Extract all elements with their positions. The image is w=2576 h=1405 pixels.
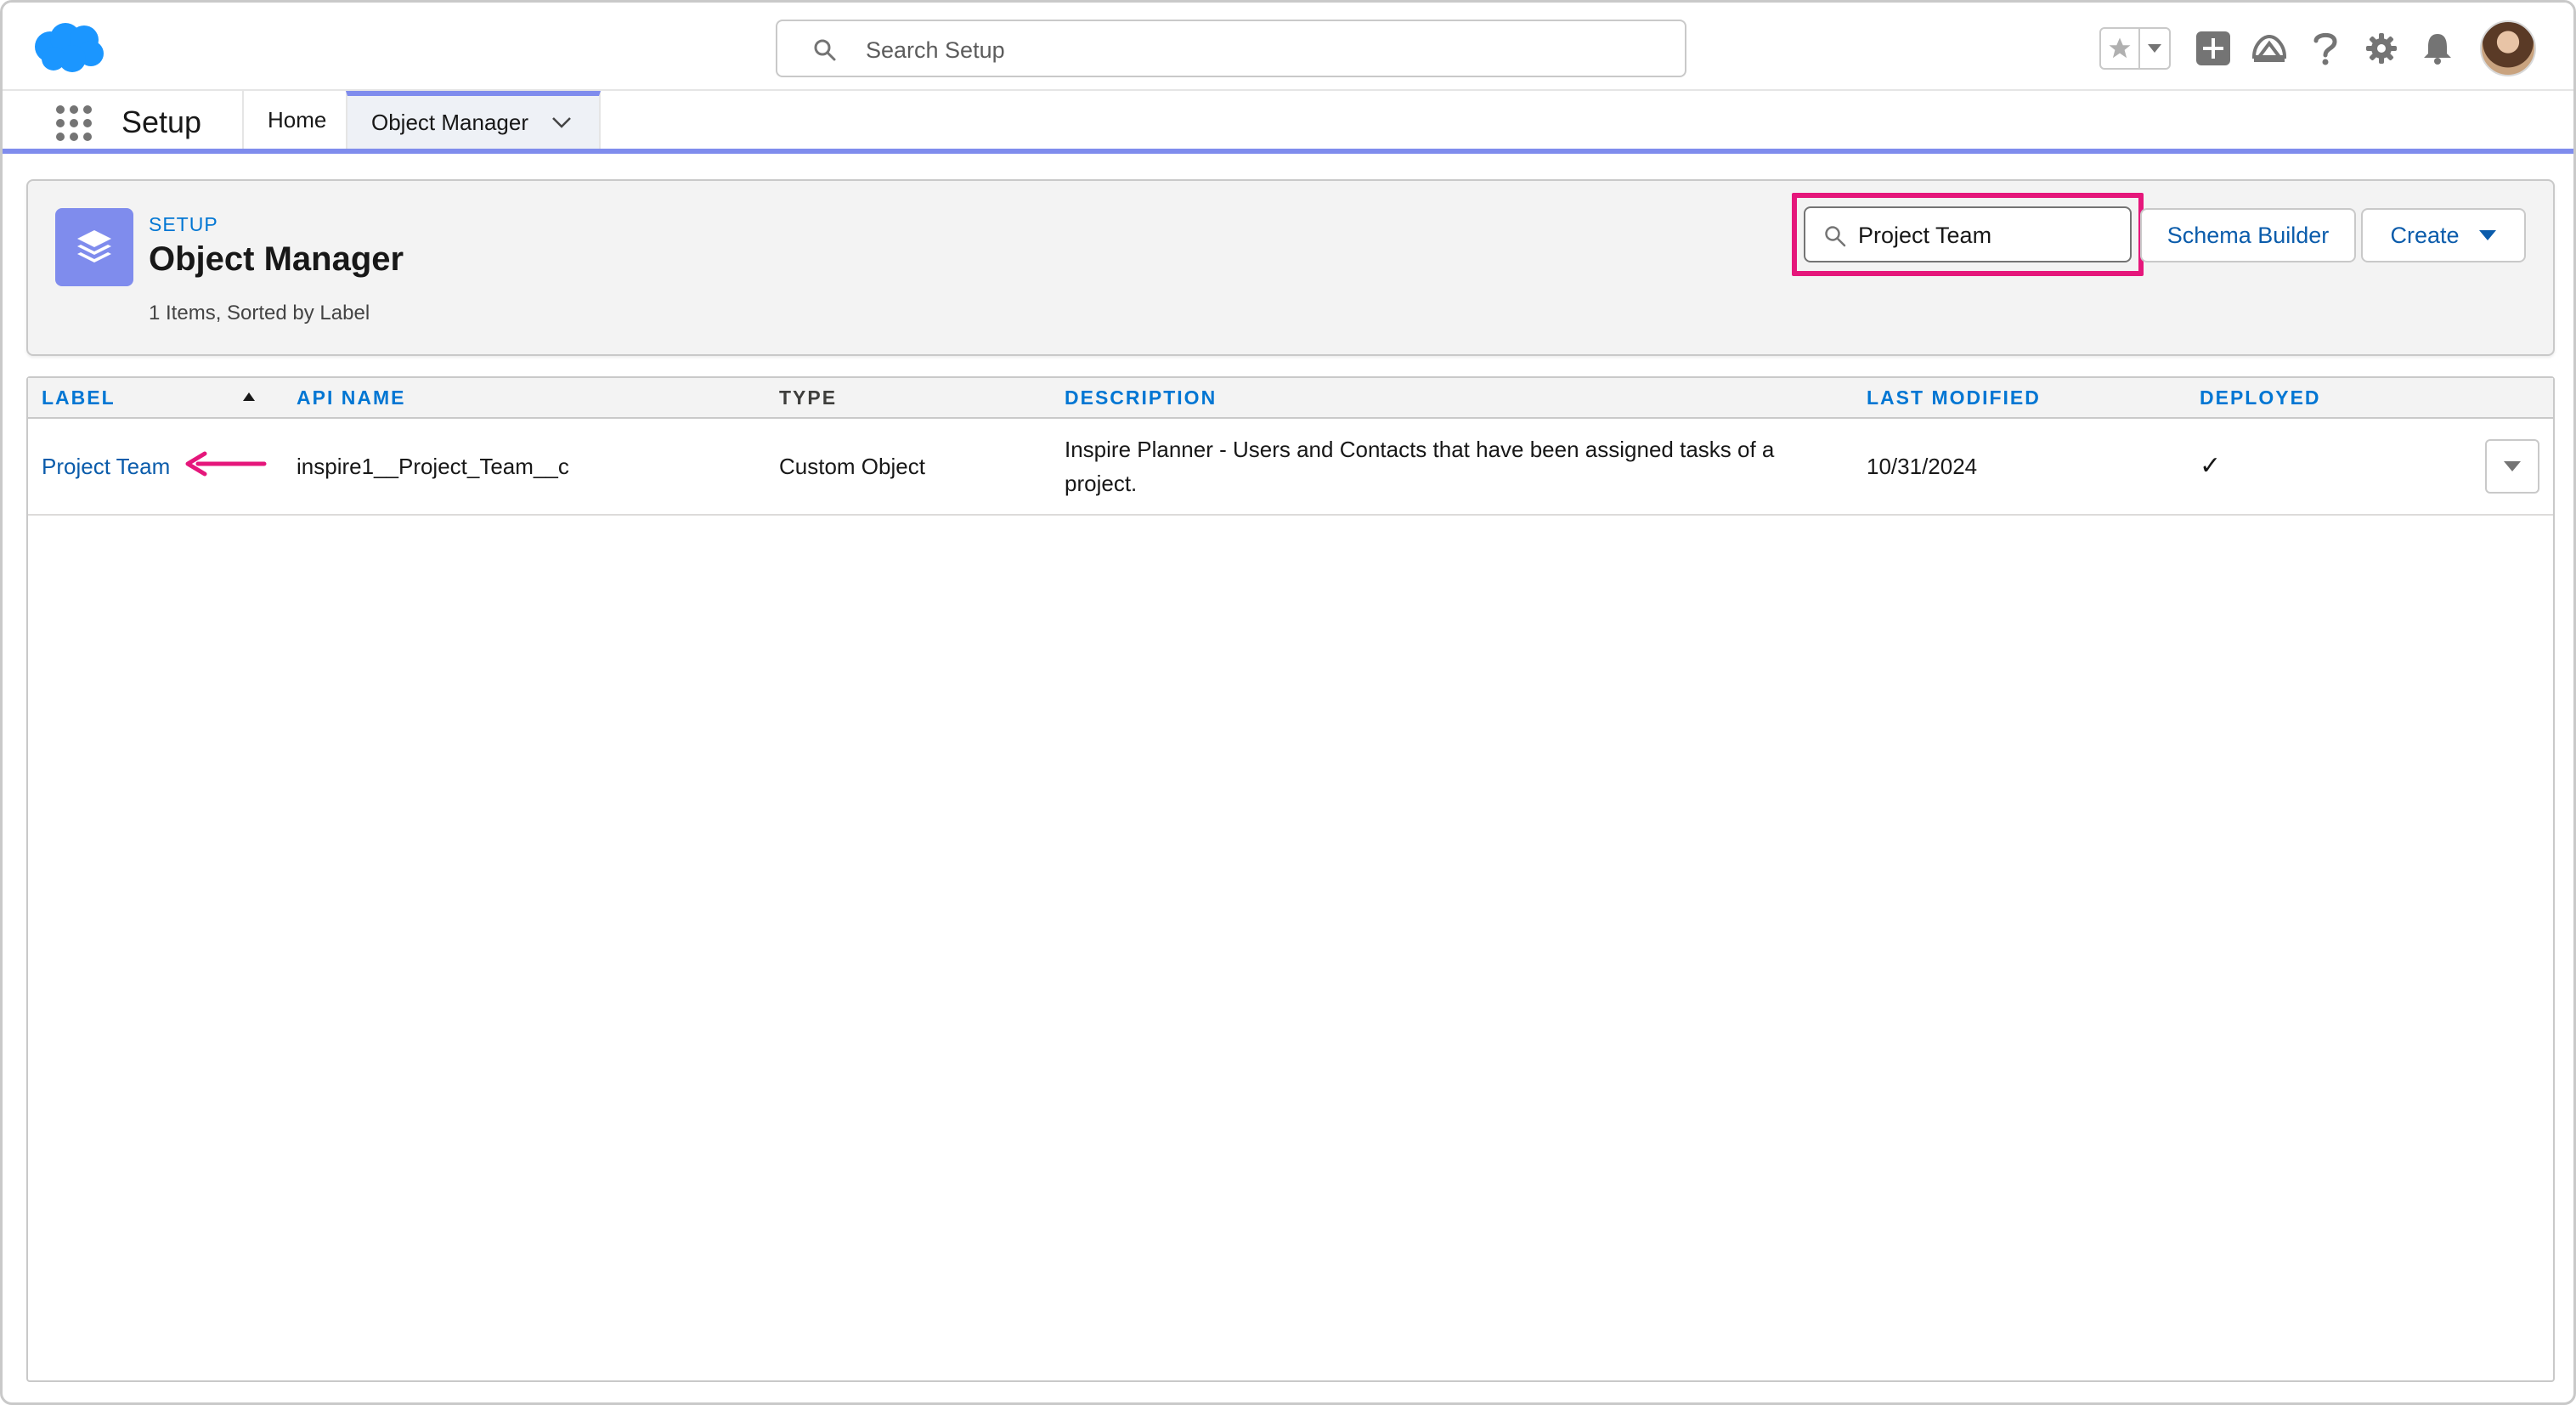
global-search[interactable]: [776, 20, 1686, 77]
search-icon: [1825, 226, 1846, 247]
app-launcher-icon[interactable]: [55, 104, 93, 142]
description-cell: Inspire Planner - Users and Contacts tha…: [1065, 432, 1829, 500]
global-actions-button[interactable]: [2193, 28, 2234, 69]
star-icon: [2109, 37, 2131, 59]
column-header-description[interactable]: DESCRIPTION: [1065, 378, 1217, 417]
caret-down-icon: [2504, 461, 2521, 471]
tab-object-manager-label: Object Manager: [371, 109, 528, 135]
avatar[interactable]: [2480, 20, 2536, 76]
column-header-last-modified[interactable]: LAST MODIFIED: [1867, 378, 2041, 417]
global-search-input[interactable]: [866, 31, 1664, 69]
setup-gear-button[interactable]: [2361, 28, 2402, 69]
quick-find[interactable]: [1804, 206, 2132, 262]
quick-find-input[interactable]: [1858, 217, 2113, 254]
breadcrumb: SETUP: [149, 213, 218, 235]
favorites-group: [2099, 27, 2171, 70]
column-header-type: TYPE: [779, 386, 838, 409]
tab-home[interactable]: Home: [244, 91, 346, 149]
last-modified-cell: 10/31/2024: [1867, 454, 1978, 479]
layers-icon: [77, 230, 111, 262]
row-actions-button[interactable]: [2485, 439, 2539, 494]
column-header-deployed[interactable]: DEPLOYED: [2200, 378, 2321, 417]
help-icon: [2313, 32, 2337, 65]
app-window: Setup Home Object Manager SETUP Object M…: [0, 0, 2576, 1405]
add-icon: [2196, 31, 2230, 65]
search-icon: [814, 39, 836, 61]
favorites-star-button[interactable]: [2101, 29, 2140, 68]
object-manager-icon: [55, 208, 133, 286]
trailhead-button[interactable]: [2249, 28, 2290, 69]
app-name: Setup: [121, 104, 202, 139]
column-header-label[interactable]: LABEL: [42, 378, 116, 417]
create-button[interactable]: Create: [2361, 208, 2526, 262]
table-header: LABEL API NAME TYPE DESCRIPTION LAST MOD…: [28, 378, 2553, 419]
chevron-down-icon: [2148, 44, 2161, 53]
schema-builder-button[interactable]: Schema Builder: [2140, 208, 2356, 262]
column-header-api-name[interactable]: API NAME: [297, 378, 405, 417]
table-row: Project Team inspire1__Project_Team__c C…: [28, 419, 2553, 516]
arrow-left-icon: [185, 451, 267, 477]
objects-table: LABEL API NAME TYPE DESCRIPTION LAST MOD…: [26, 376, 2555, 1382]
description-line: Inspire Planner - Users and Contacts tha…: [1065, 437, 1775, 462]
header-icons: [2099, 20, 2536, 77]
chevron-down-icon[interactable]: [551, 111, 573, 133]
bell-icon: [2424, 34, 2451, 65]
type-cell: Custom Object: [779, 454, 925, 479]
deployed-checkmark-icon: ✓: [2200, 452, 2222, 480]
context-nav: Setup Home Object Manager: [3, 91, 2573, 154]
sort-ascending-icon[interactable]: [242, 392, 256, 402]
page-title: Object Manager: [149, 240, 404, 278]
schema-builder-label: Schema Builder: [2166, 222, 2330, 248]
api-name-cell: inspire1__Project_Team__c: [297, 454, 569, 479]
create-label: Create: [2390, 222, 2460, 248]
trailhead-icon: [2251, 34, 2287, 62]
notifications-button[interactable]: [2417, 28, 2458, 69]
tab-home-label: Home: [268, 106, 327, 133]
object-manager-header: SETUP Object Manager 1 Items, Sorted by …: [26, 179, 2555, 356]
description-line: project.: [1065, 471, 1138, 496]
object-label-link[interactable]: Project Team: [42, 449, 170, 483]
favorites-dropdown-button[interactable]: [2140, 29, 2169, 68]
salesforce-cloud-logo-icon[interactable]: [31, 21, 106, 74]
tab-object-manager[interactable]: Object Manager: [346, 91, 601, 149]
global-header: [3, 3, 2573, 91]
items-count: 1 Items, Sorted by Label: [149, 302, 370, 324]
caret-down-icon: [2478, 230, 2496, 240]
help-button[interactable]: [2305, 28, 2346, 69]
gear-icon: [2366, 33, 2397, 64]
